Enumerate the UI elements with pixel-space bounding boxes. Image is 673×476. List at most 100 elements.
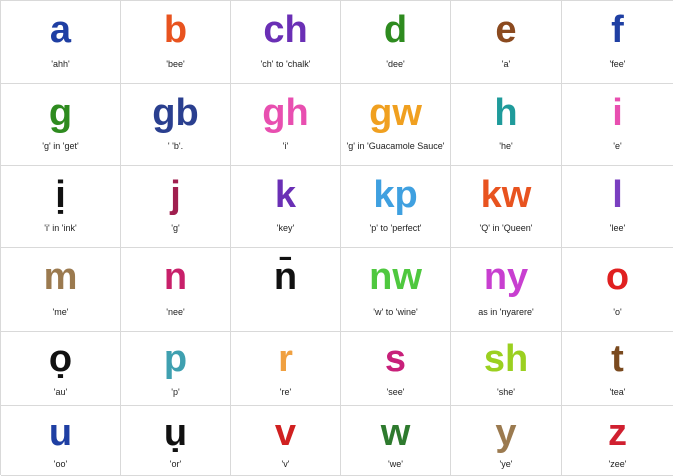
pronunciation-hint: 'me'	[52, 307, 69, 317]
pronunciation-hint: 're'	[279, 387, 292, 397]
pronunciation-hint: 'bee'	[166, 59, 185, 69]
alphabet-cell: n̄	[231, 248, 341, 332]
pronunciation-hint: 'ahh'	[51, 59, 70, 69]
pronunciation-hint: 'fee'	[609, 59, 626, 69]
alphabet-cell: v 'v'	[231, 406, 341, 476]
alphabet-letter: ny	[483, 256, 529, 298]
alphabet-cell: kw 'Q' in 'Queen'	[451, 166, 562, 248]
pronunciation-hint: 'v'	[281, 459, 290, 469]
alphabet-cell: m 'me'	[1, 248, 121, 332]
pronunciation-hint: 'e'	[613, 141, 622, 151]
alphabet-cell: gw 'g' in 'Guacamole Sauce'	[341, 84, 451, 166]
alphabet-letter: ọ	[48, 338, 73, 380]
alphabet-letter: gw	[369, 92, 422, 134]
alphabet-cell: l 'lee'	[562, 166, 673, 248]
alphabet-letter: u	[48, 412, 73, 454]
pronunciation-hint: 'or'	[169, 459, 182, 469]
pronunciation-hint: 'Q' in 'Queen'	[479, 223, 533, 233]
alphabet-cell: h 'he'	[451, 84, 562, 166]
alphabet-cell: i 'e'	[562, 84, 673, 166]
alphabet-cell: j 'g'	[121, 166, 231, 248]
alphabet-letter: w	[380, 412, 411, 454]
alphabet-cell: k 'key'	[231, 166, 341, 248]
pronunciation-hint: 'ye'	[499, 459, 513, 469]
alphabet-letter: kw	[480, 174, 532, 216]
alphabet-letter: gb	[152, 92, 199, 134]
alphabet-cell: ch 'ch' to 'chalk'	[231, 1, 341, 84]
pronunciation-hint: 'dee'	[386, 59, 405, 69]
alphabet-cell: ny as in 'nyarere'	[451, 248, 562, 332]
pronunciation-hint: 'ch' to 'chalk'	[260, 59, 311, 69]
alphabet-cell: s 'see'	[341, 332, 451, 406]
alphabet-letter: z	[608, 412, 627, 454]
pronunciation-hint: 'she'	[497, 387, 515, 397]
pronunciation-hint: 'g' in 'Guacamole Sauce'	[346, 141, 445, 151]
pronunciation-hint: 'o'	[613, 307, 622, 317]
alphabet-letter: e	[495, 9, 517, 51]
pronunciation-hint: 'p' to 'perfect'	[369, 223, 422, 233]
alphabet-letter: l	[612, 174, 623, 216]
pronunciation-hint: 'key'	[276, 223, 295, 233]
alphabet-letter: m	[43, 256, 78, 298]
alphabet-letter: p	[163, 338, 188, 380]
alphabet-cell: p 'p'	[121, 332, 231, 406]
alphabet-letter: s	[384, 338, 407, 380]
alphabet-letter: f	[611, 9, 624, 51]
alphabet-chart: a 'ahh' b 'bee' ch 'ch' to 'chalk' d 'dee' e 'a' f…	[0, 0, 673, 476]
alphabet-letter: ch	[263, 9, 308, 51]
pronunciation-hint: 'g' in 'get'	[42, 141, 79, 151]
alphabet-letter: k	[274, 174, 297, 216]
alphabet-cell: ọ 'au'	[1, 332, 121, 406]
alphabet-cell: y 'ye'	[451, 406, 562, 476]
pronunciation-hint: 'a'	[501, 59, 511, 69]
alphabet-letter: nw	[369, 256, 422, 298]
alphabet-letter: a	[49, 9, 72, 51]
alphabet-letter: sh	[483, 338, 529, 380]
alphabet-cell: u 'oo'	[1, 406, 121, 476]
pronunciation-hint: 'au'	[53, 387, 68, 397]
pronunciation-hint: 'p'	[171, 387, 180, 397]
alphabet-cell: sh 'she'	[451, 332, 562, 406]
alphabet-cell: f 'fee'	[562, 1, 673, 84]
alphabet-letter: n̄	[273, 256, 298, 298]
pronunciation-hint: 'he'	[499, 141, 513, 151]
alphabet-cell: z 'zee'	[562, 406, 673, 476]
alphabet-cell: w 'we'	[341, 406, 451, 476]
alphabet-cell: o 'o'	[562, 248, 673, 332]
alphabet-letter: ụ	[163, 412, 188, 454]
alphabet-letter: ị	[55, 174, 66, 216]
alphabet-letter: gh	[262, 92, 309, 134]
pronunciation-hint: as in 'nyarere'	[478, 307, 534, 317]
alphabet-cell: nw 'w' to 'wine'	[341, 248, 451, 332]
alphabet-cell: d 'dee'	[341, 1, 451, 84]
alphabet-letter: b	[163, 9, 188, 51]
alphabet-cell: kp 'p' to 'perfect'	[341, 166, 451, 248]
pronunciation-hint: 'i' in 'ink'	[44, 223, 77, 233]
pronunciation-hint: 'see'	[386, 387, 405, 397]
pronunciation-hint: 'i'	[282, 141, 289, 151]
alphabet-letter: r	[278, 338, 293, 380]
pronunciation-hint: 'zee'	[608, 459, 627, 469]
alphabet-cell: e 'a'	[451, 1, 562, 84]
alphabet-letter: g	[48, 92, 73, 134]
alphabet-letter: n	[163, 256, 188, 298]
alphabet-cell: b 'bee'	[121, 1, 231, 84]
alphabet-cell: g 'g' in 'get'	[1, 84, 121, 166]
alphabet-letter: v	[274, 412, 297, 454]
alphabet-cell: a 'ahh'	[1, 1, 121, 84]
alphabet-cell: gb ' 'b'.	[121, 84, 231, 166]
alphabet-letter: i	[612, 92, 623, 134]
alphabet-cell: ụ 'or'	[121, 406, 231, 476]
pronunciation-hint: 'lee'	[609, 223, 626, 233]
alphabet-cell: gh 'i'	[231, 84, 341, 166]
pronunciation-hint: 'tea'	[609, 387, 626, 397]
alphabet-letter: y	[495, 412, 517, 454]
alphabet-cell: t 'tea'	[562, 332, 673, 406]
pronunciation-hint: 'we'	[388, 459, 403, 469]
pronunciation-hint: 'nee'	[166, 307, 185, 317]
alphabet-cell: n 'nee'	[121, 248, 231, 332]
alphabet-letter: j	[170, 174, 181, 216]
pronunciation-hint: 'oo'	[53, 459, 68, 469]
alphabet-letter: t	[611, 338, 624, 380]
pronunciation-hint: ' 'b'.	[167, 141, 184, 151]
